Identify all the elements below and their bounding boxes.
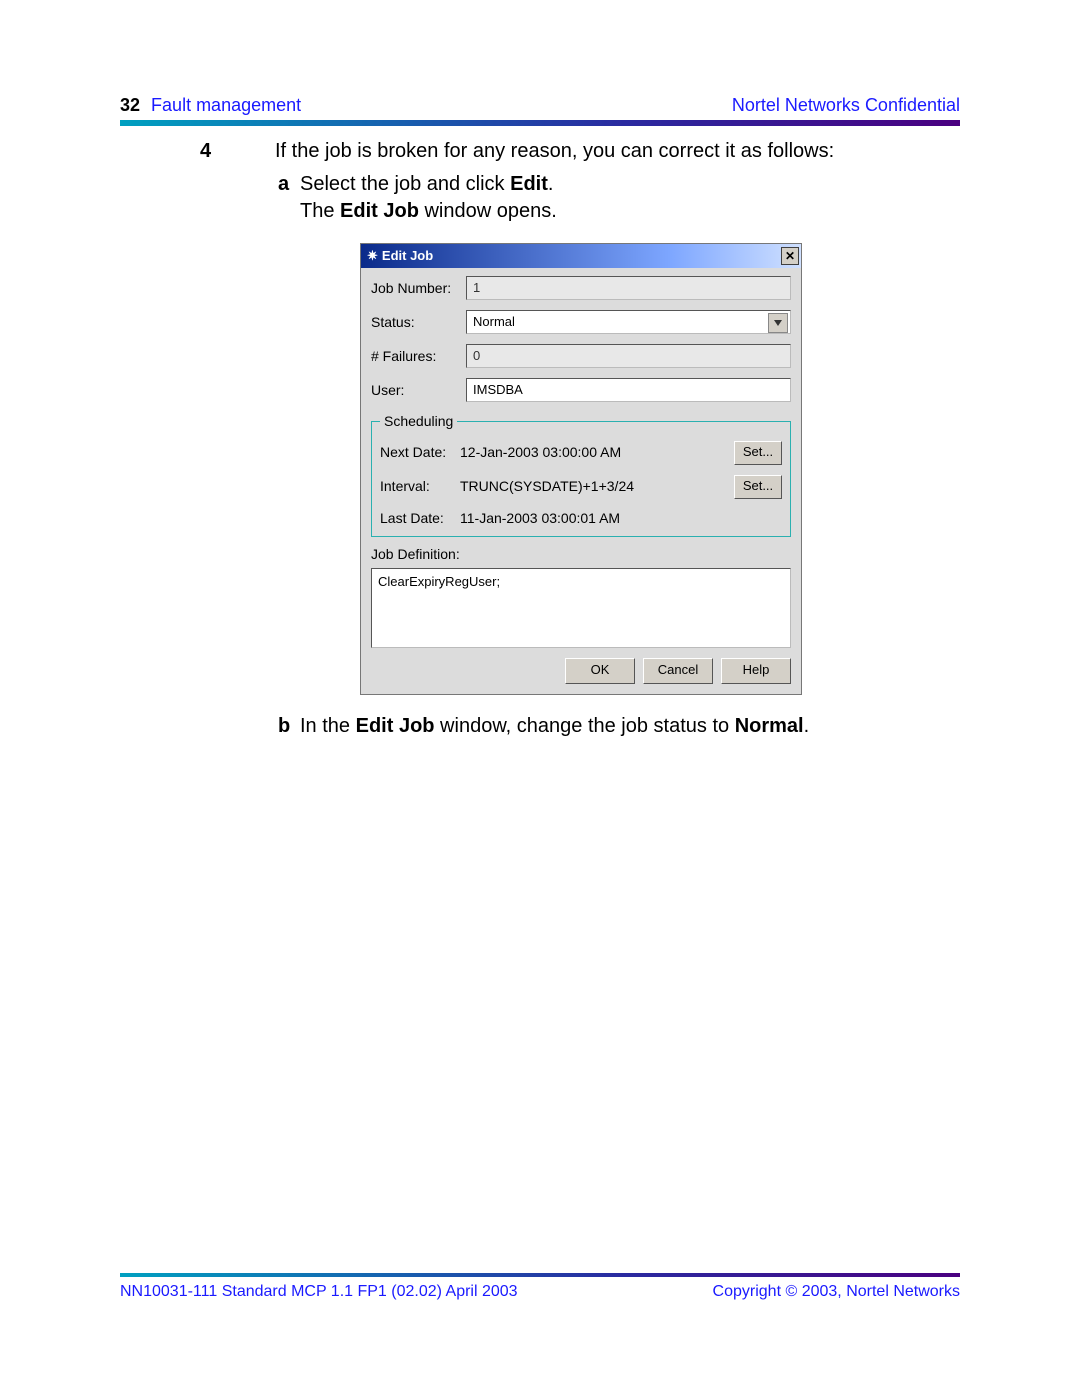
footer-rule: [120, 1273, 960, 1277]
set-next-date-button[interactable]: Set...: [734, 441, 782, 465]
section-title: Fault management: [151, 95, 301, 115]
step-number: 4: [200, 138, 211, 165]
help-button[interactable]: Help: [721, 658, 791, 684]
header-left: 32 Fault management: [120, 95, 301, 116]
field-user[interactable]: IMSDBA: [466, 378, 791, 402]
step-b-text: In the Edit Job window, change the job s…: [300, 715, 809, 737]
field-last-date: 11-Jan-2003 03:00:01 AM: [460, 509, 782, 528]
step-a-text: Select the job and click Edit.: [300, 173, 553, 195]
scheduling-group: Scheduling Next Date: 12-Jan-2003 03:00:…: [371, 412, 791, 537]
set-interval-button[interactable]: Set...: [734, 475, 782, 499]
label-next-date: Next Date:: [380, 443, 460, 462]
dialog-title: Edit Job: [382, 247, 781, 265]
field-interval[interactable]: TRUNC(SYSDATE)+1+3/24: [460, 477, 728, 496]
ok-button[interactable]: OK: [565, 658, 635, 684]
label-status: Status:: [371, 313, 466, 332]
app-icon: ✷: [367, 247, 378, 265]
step-a-prefix: a: [278, 171, 289, 198]
footer-left: NN10031-111 Standard MCP 1.1 FP1 (02.02)…: [120, 1283, 518, 1301]
label-job-number: Job Number:: [371, 279, 466, 298]
field-failures: 0: [466, 344, 791, 368]
field-status[interactable]: Normal: [466, 310, 791, 334]
step-b: b In the Edit Job window, change the job…: [300, 713, 960, 740]
field-next-date[interactable]: 12-Jan-2003 03:00:00 AM: [460, 443, 728, 462]
step-a-line2: The Edit Job window opens.: [300, 198, 960, 225]
scheduling-legend: Scheduling: [380, 412, 457, 431]
label-interval: Interval:: [380, 477, 460, 496]
field-job-definition[interactable]: ClearExpiryRegUser;: [371, 568, 791, 648]
label-last-date: Last Date:: [380, 509, 460, 528]
step-intro: If the job is broken for any reason, you…: [275, 138, 960, 165]
close-icon[interactable]: ✕: [781, 247, 799, 265]
confidential-label: Nortel Networks Confidential: [732, 95, 960, 116]
step-a: a Select the job and click Edit. The Edi…: [300, 171, 960, 225]
cancel-button[interactable]: Cancel: [643, 658, 713, 684]
edit-job-dialog: ✷ Edit Job ✕ Job Number: 1 Status: Norma…: [360, 243, 802, 695]
step-b-prefix: b: [278, 713, 290, 740]
chevron-down-icon[interactable]: [768, 313, 788, 333]
label-user: User:: [371, 381, 466, 400]
label-failures: # Failures:: [371, 347, 466, 366]
dialog-titlebar: ✷ Edit Job ✕: [361, 244, 801, 268]
footer-right: Copyright © 2003, Nortel Networks: [713, 1283, 960, 1301]
field-job-number: 1: [466, 276, 791, 300]
header-rule: [120, 120, 960, 126]
page-number: 32: [120, 95, 140, 115]
label-job-definition: Job Definition:: [371, 545, 791, 564]
